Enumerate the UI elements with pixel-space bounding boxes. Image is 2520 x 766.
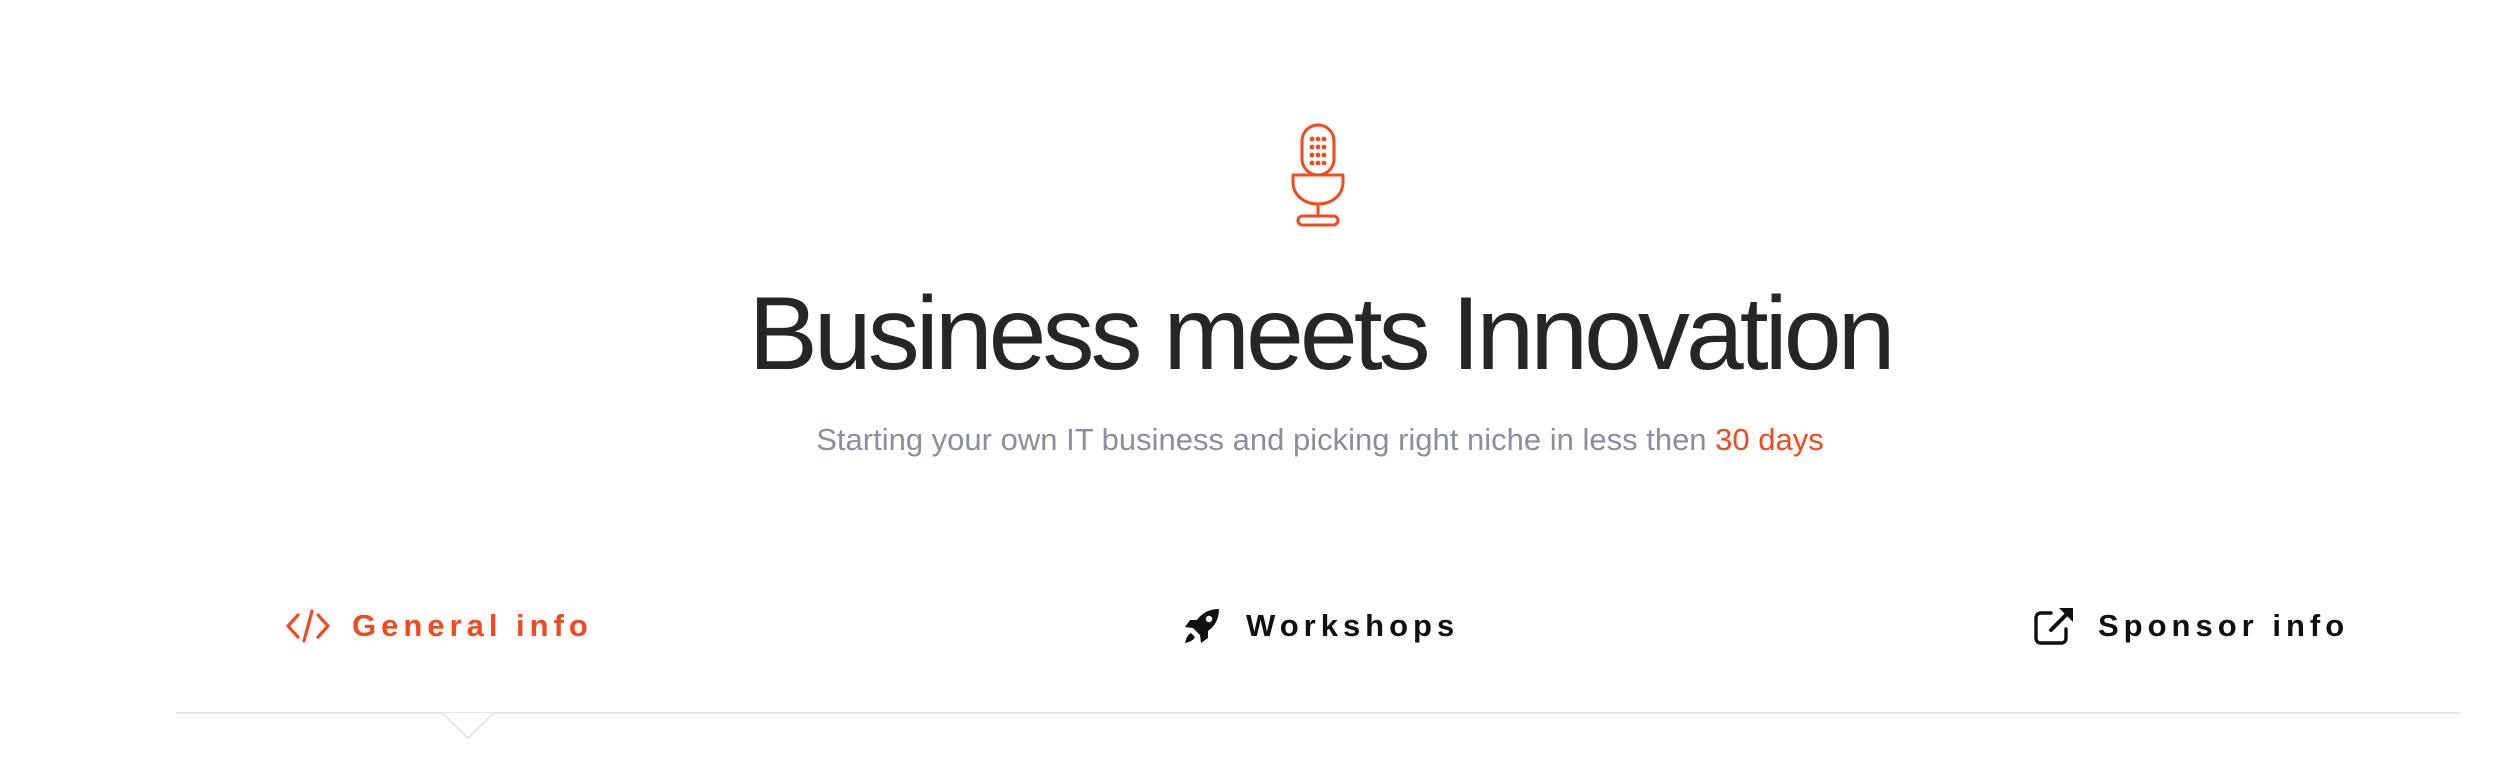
tab-bar: General info Workshops Sponsor info — [0, 596, 2520, 656]
subtitle-highlight: 30 days — [1715, 422, 1824, 457]
microphone-icon — [1291, 123, 1345, 227]
subtitle: Starting your own IT business and pickin… — [0, 420, 2520, 460]
tab-general-info[interactable]: General info — [286, 596, 593, 656]
rocket-icon — [1180, 604, 1224, 648]
tab-divider — [176, 712, 2460, 714]
hero-section: Business meets Innovation Starting your … — [0, 0, 2520, 766]
subtitle-text: Starting your own IT business and pickin… — [816, 422, 1707, 457]
code-icon — [286, 604, 330, 648]
tab-label: Workshops — [1246, 608, 1460, 643]
tab-label: Sponsor info — [2098, 608, 2350, 643]
active-tab-pointer — [442, 712, 494, 740]
tab-sponsor-info[interactable]: Sponsor info — [2032, 596, 2349, 656]
tab-workshops[interactable]: Workshops — [1180, 596, 1459, 656]
page-title: Business meets Innovation — [748, 276, 1896, 392]
tab-label: General info — [352, 608, 593, 643]
external-link-icon — [2032, 604, 2076, 648]
